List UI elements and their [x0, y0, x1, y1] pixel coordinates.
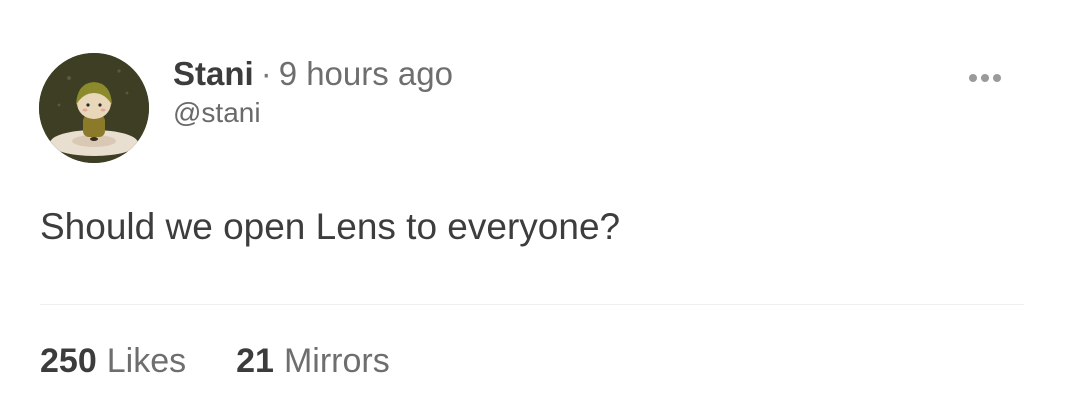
author-handle[interactable]: @stani: [173, 95, 453, 131]
likes-label: Likes: [106, 342, 187, 380]
mirrors-stat[interactable]: 21 Mirrors: [236, 339, 390, 383]
likes-stat[interactable]: 250 Likes: [40, 339, 186, 383]
post-timestamp[interactable]: 9 hours ago: [279, 53, 453, 95]
more-options-button[interactable]: [962, 66, 1008, 90]
likes-count: 250: [40, 342, 97, 380]
avatar-illustration-icon: [39, 53, 149, 163]
more-horizontal-icon: [969, 74, 1001, 82]
separator-dot: ·: [260, 55, 272, 92]
author-avatar[interactable]: [39, 53, 149, 163]
post-content: Should we open Lens to everyone?: [40, 206, 621, 247]
post-stats: 250 Likes 21 Mirrors: [40, 339, 390, 383]
divider: [40, 304, 1024, 305]
post-header: Stani · 9 hours ago @stani: [173, 53, 453, 131]
mirrors-label: Mirrors: [283, 342, 390, 380]
author-display-name[interactable]: Stani: [173, 53, 254, 95]
mirrors-count: 21: [236, 342, 274, 380]
author-name-row: Stani · 9 hours ago: [173, 53, 453, 95]
post-card: Stani · 9 hours ago @stani Should we ope…: [0, 0, 1065, 411]
